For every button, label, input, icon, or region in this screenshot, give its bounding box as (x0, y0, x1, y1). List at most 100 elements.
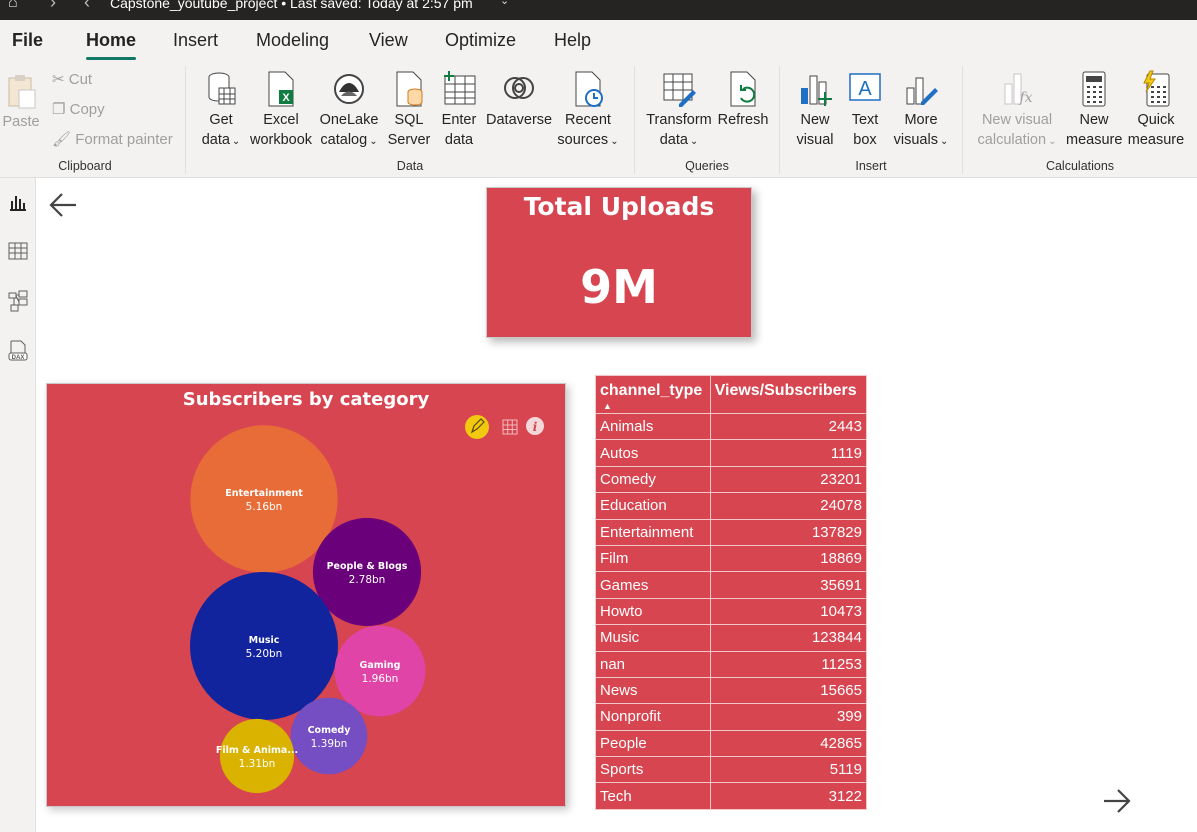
bubble[interactable]: People & Blogs 2.78bn (312, 517, 422, 627)
group-label-queries: Queries (685, 159, 729, 173)
redo-icon[interactable]: › (50, 0, 56, 13)
table-row[interactable]: Music 123844 (595, 624, 868, 652)
views-per-subscribers-table[interactable]: channel_type ▲ Views/Subscribers Animals 2… (595, 375, 868, 810)
cell-channel-type: Film (595, 544, 711, 573)
onelake-catalog-button[interactable]: OneLake catalog ⌄ (318, 70, 380, 152)
table-row[interactable]: Howto 10473 (595, 597, 868, 626)
cell-channel-type: Animals (595, 412, 711, 441)
dataverse-icon (504, 77, 534, 99)
cell-views-subscribers: 3122 (709, 782, 868, 810)
ribbon-tabs: File Home Insert Modeling View Optimize … (0, 20, 1197, 62)
tab-help[interactable]: Help (554, 30, 591, 51)
bubble[interactable]: Comedy 1.39bn (290, 697, 368, 775)
back-arrow-icon[interactable] (48, 190, 78, 220)
bubble-mark[interactable] (290, 697, 368, 775)
cell-views-subscribers: 123844 (709, 624, 868, 652)
table-row[interactable]: Games 35691 (595, 571, 868, 599)
excel-workbook-button[interactable]: X Excel workbook (247, 70, 315, 150)
report-view-icon[interactable] (0, 187, 36, 217)
cell-channel-type: Music (595, 624, 711, 652)
tab-home[interactable]: Home (86, 30, 137, 60)
enter-data-button[interactable]: Enter data (437, 70, 481, 150)
tab-optimize[interactable]: Optimize (445, 30, 516, 51)
new-visual-button[interactable]: New visual (794, 70, 836, 150)
sql-server-button[interactable]: SQL Server (387, 70, 431, 150)
copy-button[interactable]: ❐ Copy (52, 100, 105, 118)
forward-arrow-icon[interactable] (1102, 786, 1132, 816)
table-row[interactable]: Tech 3122 (595, 782, 868, 810)
tab-file[interactable]: File (12, 30, 43, 51)
bubble-mark[interactable] (334, 625, 426, 717)
column-header-channel-type[interactable]: channel_type ▲ (595, 375, 711, 414)
cell-channel-type: News (595, 676, 711, 705)
quick-measure-icon (1143, 70, 1170, 107)
cell-views-subscribers: 2443 (709, 412, 868, 441)
bubble[interactable]: Music 5.20bn (190, 572, 338, 720)
table-view-icon[interactable] (0, 236, 36, 266)
onelake-icon (334, 74, 364, 104)
refresh-button[interactable]: Refresh (716, 70, 770, 130)
subscribers-by-category-chart[interactable]: Subscribers by category i Entertainment 5… (46, 383, 566, 807)
ribbon-separator (962, 66, 963, 174)
visual-header-icons: i (465, 415, 544, 439)
model-view-icon[interactable] (0, 286, 36, 316)
scissors-icon: ✂ (52, 71, 65, 88)
bubble-chart-svg: i Entertainment 5.16bn People & Blogs 2.78b… (190, 415, 544, 794)
bubble-mark[interactable] (190, 425, 338, 573)
bubble-mark[interactable] (190, 572, 338, 720)
back-icon[interactable]: ‹ (84, 0, 90, 13)
column-header-views-subscribers[interactable]: Views/Subscribers (709, 375, 868, 414)
cut-button[interactable]: ✂ Cut (52, 70, 92, 88)
get-data-button[interactable]: Get data ⌄ (196, 70, 246, 152)
new-visual-calculation-button[interactable]: fx New visual calculation ⌄ (974, 70, 1060, 152)
edit-icon[interactable] (465, 415, 489, 439)
table-row[interactable]: Nonprofit 399 (595, 703, 868, 731)
recent-sources-icon (575, 71, 603, 107)
transform-data-button[interactable]: Transform data ⌄ (644, 70, 714, 152)
ribbon: Paste ✂ Cut ❐ Copy 🖌 Format painter Clip… (0, 62, 1197, 178)
bubble[interactable]: Film & Anima... 1.31bn (216, 718, 298, 794)
home-icon[interactable]: ⌂ (8, 0, 18, 12)
cell-channel-type: Tech (595, 782, 711, 810)
bubble[interactable]: Entertainment 5.16bn (190, 425, 338, 573)
bubble-category-label: Gaming (360, 660, 401, 671)
table-body: Animals 2443 Autos 1119 Comedy 23201 Education… (595, 412, 868, 810)
table-toggle-icon[interactable] (502, 419, 518, 435)
bubble[interactable]: Gaming 1.96bn (334, 625, 426, 717)
table-row[interactable]: Entertainment 137829 (595, 518, 868, 546)
cell-views-subscribers: 10473 (709, 597, 868, 626)
bubble-category-label: Comedy (308, 725, 352, 736)
table-row[interactable]: nan 11253 (595, 650, 868, 678)
more-visuals-button[interactable]: More visuals ⌄ (889, 70, 953, 152)
bubble-mark[interactable] (219, 718, 295, 794)
total-uploads-card[interactable]: Total Uploads 9M (486, 187, 752, 338)
paste-button[interactable]: Paste (1, 72, 41, 132)
tab-insert[interactable]: Insert (173, 30, 218, 51)
recent-sources-button[interactable]: Recent sources ⌄ (556, 70, 620, 152)
table-row[interactable]: People 42865 (595, 729, 868, 758)
cell-views-subscribers: 35691 (709, 571, 868, 599)
dax-query-view-icon[interactable]: DAX (0, 336, 36, 366)
table-row[interactable]: Comedy 23201 (595, 465, 868, 494)
table-row[interactable]: Animals 2443 (595, 412, 868, 441)
tab-modeling[interactable]: Modeling (256, 30, 329, 51)
bubble-mark[interactable] (312, 517, 422, 627)
table-row[interactable]: Autos 1119 (595, 439, 868, 467)
table-row[interactable]: Education 24078 (595, 492, 868, 520)
visual-calculation-icon: fx (1004, 73, 1033, 106)
bubble-category-label: Music (249, 635, 280, 646)
table-row[interactable]: Film 18869 (595, 544, 868, 573)
text-box-button[interactable]: A Text box (844, 70, 886, 150)
cell-channel-type: Autos (595, 439, 711, 467)
table-row[interactable]: News 15665 (595, 676, 868, 705)
cell-views-subscribers: 18869 (709, 544, 868, 573)
format-painter-button[interactable]: 🖌 Format painter (52, 130, 173, 148)
cell-views-subscribers: 5119 (709, 756, 868, 784)
dataverse-button[interactable]: Dataverse (486, 70, 552, 130)
new-measure-button[interactable]: New measure (1066, 70, 1122, 150)
chevron-down-icon[interactable]: ⌄ (500, 0, 509, 7)
tab-view[interactable]: View (369, 30, 408, 51)
table-row[interactable]: Sports 5119 (595, 756, 868, 784)
quick-measure-button[interactable]: Quick measure (1126, 70, 1186, 150)
cell-channel-type: Nonprofit (595, 703, 711, 731)
